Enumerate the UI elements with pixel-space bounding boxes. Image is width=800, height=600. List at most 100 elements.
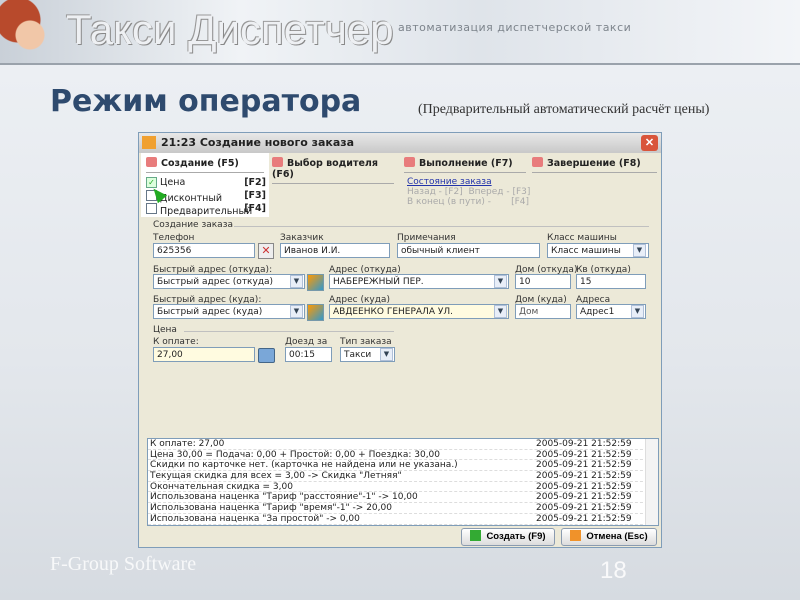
page-number: 18 (600, 557, 627, 584)
button-label: Создать (F9) (486, 531, 546, 542)
tab-execution[interactable]: Выполнение (F7) (404, 157, 526, 173)
log-message: Скидки по карточке нет. (карточка не най… (150, 460, 458, 471)
log-time: 2005-09-21 21:52:59 (536, 449, 632, 460)
title-bar: 21:23 Создание нового заказа ✕ (139, 133, 661, 153)
log-scrollbar[interactable] (645, 439, 658, 525)
new-order-window: 21:23 Создание нового заказа ✕ Создание … (138, 132, 662, 548)
notes-input[interactable]: обычный клиент (397, 243, 540, 258)
log-row: Цена 30,00 = Подача: 0,00 + Простой: 0,0… (148, 450, 658, 461)
log-time: 2005-09-21 21:52:59 (536, 471, 632, 482)
app-icon (142, 136, 156, 149)
group-price-label: Цена (153, 325, 177, 335)
option-label: Предварительный (160, 206, 253, 217)
slide-subtitle: (Предварительный автоматический расчёт ц… (418, 102, 710, 117)
phone-label: Телефон (153, 233, 195, 243)
log-row: Текущая скидка для всех = 3,00 -> Скидка… (148, 471, 658, 482)
option-price[interactable]: ✓ Цена [F2] (146, 177, 266, 190)
chevron-down-icon[interactable]: ▼ (290, 305, 303, 318)
chevron-down-icon[interactable]: ▼ (494, 305, 507, 318)
plus-icon (470, 530, 482, 541)
option-key: [F4] (244, 203, 266, 214)
tagline: автоматизация диспетчерской такси (398, 21, 632, 34)
clear-phone-button[interactable]: ✕ (258, 243, 274, 259)
log-time: 2005-09-21 21:52:59 (536, 460, 632, 471)
tab-label: Выполнение (F7) (419, 158, 513, 169)
tab-create[interactable]: Создание (F5) (146, 157, 264, 173)
log-time: 2005-09-21 21:52:59 (536, 513, 632, 524)
car-class-label: Класс машины (547, 233, 617, 243)
house-from-input[interactable]: 10 (515, 274, 571, 289)
tab-icon (404, 157, 415, 167)
footer-company: F-Group Software (50, 553, 197, 575)
calculator-icon[interactable] (258, 348, 275, 363)
log-message: Использована наценка "Тариф "время"-1" -… (150, 503, 392, 514)
notes-label: Примечания (397, 233, 456, 243)
option-preliminary[interactable]: Предварительный [F4] (146, 203, 266, 217)
cancel-button[interactable]: Отмена (Esc) (561, 528, 657, 546)
create-button[interactable]: Создать (F9) (461, 528, 555, 546)
tab-icon (272, 157, 283, 167)
chevron-down-icon[interactable]: ▼ (380, 348, 393, 361)
address-book-icon[interactable] (307, 274, 324, 291)
tab-label: Выбор водителя (F6) (272, 158, 378, 180)
log-row: Использована наценка "За простой" -> 0,0… (148, 514, 658, 525)
eta-stepper[interactable]: 00:15 (285, 347, 332, 362)
log-time: 2005-09-21 21:52:59 (536, 503, 632, 514)
close-button[interactable]: ✕ (641, 135, 658, 151)
pay-input[interactable]: 27,00 (153, 347, 255, 362)
log-message: Окончательная скидка = 3,00 (150, 481, 293, 492)
customer-label: Заказчик (280, 233, 324, 243)
eta-label: Доезд за (285, 337, 328, 347)
operator-photo (0, 0, 50, 62)
window-title: 21:23 Создание нового заказа (161, 136, 355, 149)
tab-icon (146, 157, 157, 167)
log-row: Использована наценка "Тариф "расстояние"… (148, 492, 658, 504)
chevron-down-icon[interactable]: ▼ (290, 275, 303, 288)
slide-title: Режим оператора (50, 84, 362, 119)
address-from-select[interactable]: НАБЕРЕЖНЫЙ ПЕР. (329, 274, 509, 289)
log-row: К оплате: 27,00 2005-09-21 21:52:59 (148, 439, 658, 450)
quick-to-select[interactable]: Быстрый адрес (куда) (153, 304, 305, 319)
flat-from-input[interactable]: 15 (576, 274, 646, 289)
button-label: Отмена (Esc) (586, 531, 648, 542)
quick-from-select[interactable]: Быстрый адрес (откуда) (153, 274, 305, 289)
log-row: Использована наценка "Тариф "время"-1" -… (148, 503, 658, 514)
phone-input[interactable]: 625356 (153, 243, 255, 258)
log-time: 2005-09-21 21:52:59 (536, 492, 632, 503)
group-order-label: Создание заказа (153, 220, 233, 230)
chevron-down-icon[interactable]: ▼ (631, 305, 644, 318)
price-option-list: ✓ Цена [F2] Дисконтный [F3] Предварительны… (146, 177, 266, 217)
calculation-log: К оплате: 27,00 2005-09-21 21:52:59 Цена … (147, 438, 659, 526)
order-status-link[interactable]: Состояние заказа (407, 177, 530, 187)
to-end-key: [F4] (511, 197, 529, 207)
tab-label: Создание (F5) (161, 158, 239, 169)
divider (184, 331, 394, 332)
checkbox-icon[interactable] (146, 203, 157, 214)
chevron-down-icon[interactable]: ▼ (633, 244, 646, 257)
customer-input[interactable]: Иванов И.И. (280, 243, 390, 258)
to-end-link[interactable]: В конец (в пути) - (407, 197, 491, 207)
order-status: Состояние заказа Назад - [F2] Вперед - [… (407, 177, 530, 207)
order-type-label: Тип заказа (340, 337, 392, 347)
forward-link[interactable]: Вперед - [F3] (468, 187, 530, 197)
address-book-icon[interactable] (307, 304, 324, 321)
divider (234, 226, 649, 227)
address-to-select[interactable]: АВДЕЕНКО ГЕНЕРАЛА УЛ. (329, 304, 509, 319)
log-message: Использована наценка "За простой" -> 0,0… (150, 513, 360, 524)
log-row: Скидки по карточке нет. (карточка не най… (148, 460, 658, 472)
log-row: Окончательная скидка = 3,00 2005-09-21 21… (148, 482, 658, 493)
tab-finish[interactable]: Завершение (F8) (532, 157, 657, 173)
pay-label: К оплате: (153, 337, 199, 347)
option-label: Цена (160, 177, 186, 188)
house-to-input[interactable]: Дом (515, 304, 571, 319)
back-link[interactable]: Назад - [F2] (407, 187, 463, 197)
tab-icon (532, 157, 543, 167)
cancel-icon (570, 530, 582, 541)
tab-label: Завершение (F8) (547, 158, 641, 169)
log-time: 2005-09-21 21:52:59 (536, 439, 632, 449)
chevron-down-icon[interactable]: ▼ (494, 275, 507, 288)
option-key: [F2] (244, 177, 266, 188)
banner: Такси Диспетчер автоматизация диспетчерс… (0, 0, 800, 65)
option-key: [F3] (244, 190, 266, 201)
tab-driver[interactable]: Выбор водителя (F6) (272, 157, 394, 184)
